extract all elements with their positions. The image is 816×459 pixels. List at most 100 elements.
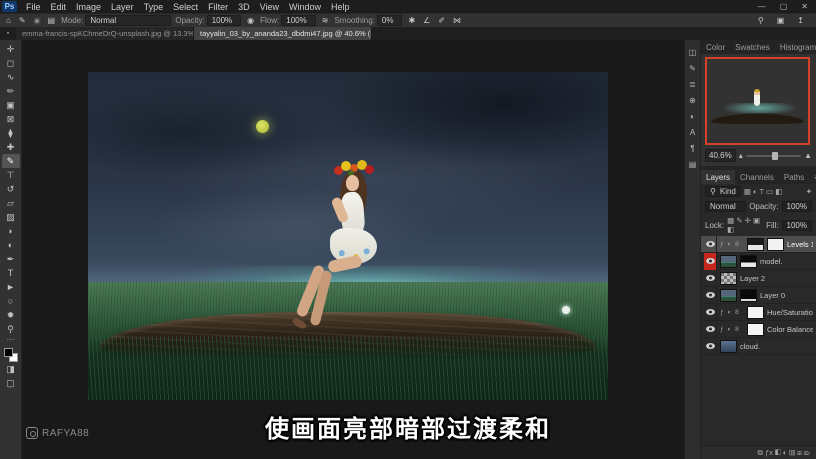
layer-row-layer-0[interactable]: Layer 0 (701, 286, 816, 304)
zoom-tool[interactable]: ⚲ (2, 322, 20, 336)
layer-mask-thumbnail[interactable] (767, 237, 784, 251)
lasso-tool[interactable]: ∿ (2, 70, 20, 84)
smoothing-select[interactable]: 0% (376, 15, 403, 26)
visibility-toggle[interactable] (704, 320, 717, 338)
layer-row-cloud[interactable]: cloud. (701, 337, 816, 355)
toggle-brush-panel-icon[interactable]: ▤ (46, 16, 58, 25)
clone-stamp-tool[interactable]: ⊤ (2, 168, 20, 182)
search-icon[interactable]: ⚲ (756, 16, 766, 25)
layer-name[interactable]: Layer 0 (760, 291, 785, 300)
visibility-toggle[interactable] (704, 286, 717, 304)
edit-toolbar-icon[interactable]: ⋯ (7, 336, 15, 346)
brush-tool[interactable]: ✎ (1, 154, 20, 168)
brush-tip-preview[interactable] (31, 15, 42, 26)
workspace-switcher-icon[interactable]: ▣ (775, 16, 787, 25)
layer-name[interactable]: Levels 1 (787, 240, 813, 249)
menu-type[interactable]: Type (139, 2, 169, 12)
filter-pin-icon[interactable]: ✦ (806, 187, 812, 196)
frame-tool[interactable]: ⊠ (2, 112, 20, 126)
tab-layers[interactable]: Layers (701, 170, 736, 184)
foreground-color-swatch[interactable] (3, 348, 13, 357)
adjustment-thumbnail[interactable] (747, 322, 764, 336)
filter-type-icons[interactable]: ▦ ◐ T ▭ ◧ (744, 187, 782, 196)
layer-thumbnail[interactable] (720, 339, 737, 353)
tab-channels[interactable]: Channels (735, 170, 779, 184)
navigator-zoom-slider[interactable] (745, 151, 802, 160)
layer-thumbnail[interactable] (720, 271, 737, 285)
layer-blend-mode-select[interactable]: Normal (705, 201, 747, 212)
visibility-toggle[interactable] (704, 236, 717, 253)
levels-adjustment-thumbnail[interactable] (747, 237, 764, 251)
home-icon[interactable]: ⌂ (4, 16, 13, 25)
menu-help[interactable]: Help (326, 2, 355, 12)
zoom-in-icon[interactable]: ▲ (804, 151, 812, 160)
blend-mode-select[interactable]: Normal (85, 15, 172, 26)
layer-row-model[interactable]: model. (701, 252, 816, 270)
crop-tool[interactable]: ▣ (2, 98, 20, 112)
navigator-preview[interactable] (705, 57, 810, 145)
type-tool[interactable]: T (2, 266, 20, 280)
lock-icons[interactable]: ▦ ✎ ✛ ▣ ◧ (727, 216, 763, 234)
zoom-out-icon[interactable]: ▴ (739, 151, 743, 160)
document-tab-tayyalin[interactable]: tayyalin_03_by_ananda23_dbdmi47.jpg @ 40… (194, 27, 372, 40)
document-tab-emma[interactable]: emma-francis-spKChmeDrQ-unsplash.jpg @ 1… (16, 27, 194, 40)
visibility-toggle[interactable] (704, 269, 717, 287)
visibility-toggle[interactable] (704, 303, 717, 321)
menu-layer[interactable]: Layer (106, 2, 139, 12)
layer-row-levels-1[interactable]: ƒ ◐ 8 Levels 1 (701, 236, 816, 253)
character-icon[interactable]: A (690, 128, 695, 137)
healing-brush-tool[interactable]: ✚ (2, 140, 20, 154)
close-button[interactable]: ✕ (801, 2, 808, 11)
eyedropper-tool[interactable]: ⧫ (2, 126, 20, 140)
symmetry-icon[interactable]: ⋈ (451, 16, 463, 25)
menu-edit[interactable]: Edit (46, 2, 72, 12)
tab-paths[interactable]: Paths (779, 170, 809, 184)
layer-row-hue-saturation[interactable]: ƒ ◐ 8 Hue/Saturation 1 (701, 303, 816, 321)
menu-3d[interactable]: 3D (233, 2, 255, 12)
menu-window[interactable]: Window (284, 2, 326, 12)
quick-selection-tool[interactable]: ✏ (2, 84, 20, 98)
visibility-toggle[interactable] (704, 252, 717, 270)
quick-mask-icon[interactable]: ◨ (2, 362, 20, 376)
clone-source-icon[interactable]: ⊕ (689, 96, 696, 105)
adjustments-icon[interactable]: ◐ (690, 112, 695, 121)
paragraph-icon[interactable]: ¶ (690, 144, 694, 153)
opacity-select[interactable]: 100% (206, 15, 242, 26)
menu-select[interactable]: Select (168, 2, 203, 12)
airbrush-icon[interactable]: ≋ (320, 16, 331, 25)
shape-tool[interactable]: ○ (2, 294, 20, 308)
layer-name[interactable]: cloud. (740, 342, 760, 351)
filter-kind-select[interactable]: ⚲ Kind (705, 186, 741, 197)
layer-mask-thumbnail[interactable] (740, 254, 757, 268)
marquee-tool[interactable]: ◻ (2, 56, 20, 70)
navigator-zoom-value[interactable]: 40.6% (705, 149, 736, 162)
eraser-tool[interactable]: ▱ (2, 196, 20, 210)
layer-name[interactable]: model. (760, 257, 783, 266)
menu-file[interactable]: File (21, 2, 46, 12)
menu-view[interactable]: View (255, 2, 284, 12)
pen-pressure-size-icon[interactable]: ✐ (436, 16, 447, 25)
properties-icon[interactable]: ◫ (689, 48, 697, 57)
brush-settings-icon[interactable]: ✎ (689, 64, 696, 73)
brushes-icon[interactable]: ≣ (689, 80, 696, 89)
smoothing-gear-icon[interactable]: ✱ (406, 16, 417, 25)
flow-select[interactable]: 100% (281, 15, 316, 26)
layers-panel-bottom-bar[interactable]: ⧉ ƒx ◧ ◐ ▥ ⊞ ⌦ (701, 445, 816, 459)
menu-filter[interactable]: Filter (203, 2, 233, 12)
path-selection-tool[interactable]: ► (2, 280, 20, 294)
share-icon[interactable]: ↥ (795, 16, 806, 25)
layer-opacity-select[interactable]: 100% (781, 201, 812, 212)
layer-row-color-balance[interactable]: ƒ ◐ 8 Color Balance 1 (701, 320, 816, 338)
screen-mode-icon[interactable]: ▢ (2, 376, 20, 390)
history-brush-tool[interactable]: ↺ (2, 182, 20, 196)
dodge-tool[interactable]: ◐ (2, 238, 20, 252)
layer-name[interactable]: Color Balance 1 (767, 325, 813, 334)
adjustment-thumbnail[interactable] (747, 305, 764, 319)
pressure-opacity-icon[interactable]: ◉ (245, 16, 256, 25)
layer-thumbnail[interactable] (720, 288, 737, 302)
minimize-button[interactable]: — (758, 2, 766, 11)
slider-thumb[interactable] (772, 151, 779, 160)
tab-histogram[interactable]: Histogram (775, 40, 816, 54)
menu-image[interactable]: Image (71, 2, 106, 12)
tab-color[interactable]: Color (701, 40, 730, 54)
